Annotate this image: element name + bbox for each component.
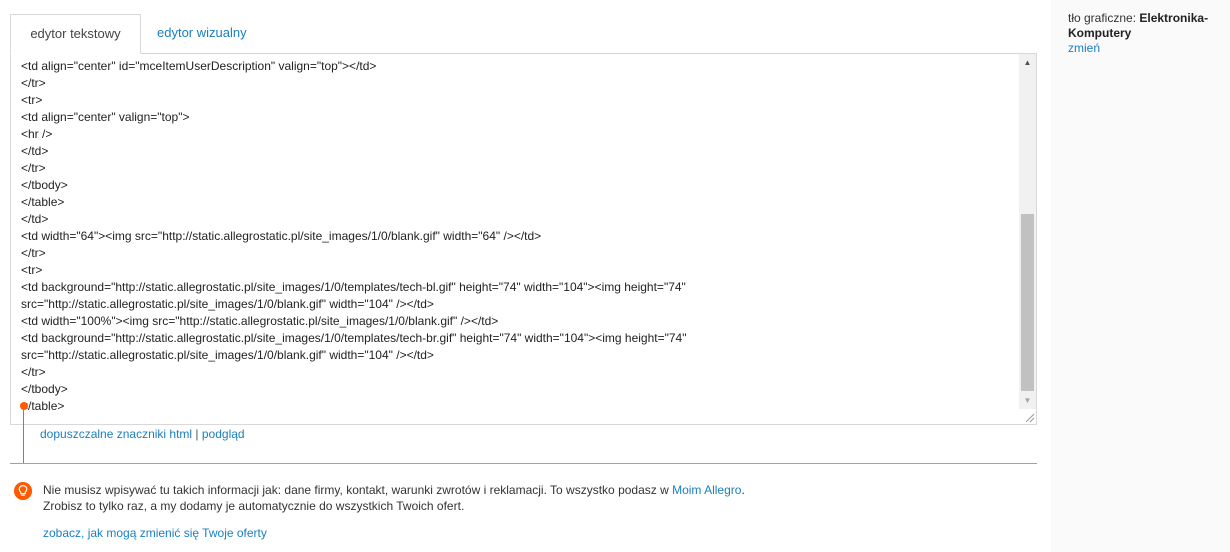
section-divider — [10, 463, 1037, 464]
code-line: src="http://static.allegrostatic.pl/site… — [21, 297, 434, 311]
code-line: <hr /> — [21, 127, 53, 141]
info-text-part2: . — [741, 483, 745, 497]
marker-line — [23, 406, 24, 464]
my-allegro-link[interactable]: Moim Allegro — [672, 483, 741, 497]
html-source-code[interactable]: <td align="center" id="mceItemUserDescri… — [21, 58, 1016, 415]
code-line: <td background="http://static.allegrosta… — [21, 280, 686, 294]
scroll-down-arrow-icon[interactable]: ▼ — [1019, 392, 1036, 409]
code-line: <td align="center" valign="top"> — [21, 110, 190, 124]
code-line: <tr> — [21, 93, 43, 107]
tab-text-editor[interactable]: edytor tekstowy — [10, 14, 141, 54]
marker-dot — [20, 402, 28, 410]
code-line: src="http://static.allegrostatic.pl/site… — [21, 348, 434, 362]
code-line: </tbody> — [21, 382, 68, 396]
background-label: tło graficzne: — [1068, 11, 1140, 25]
code-line: <td width="100%"><img src="http://static… — [21, 314, 499, 328]
scrollbar-thumb[interactable] — [1021, 214, 1034, 391]
right-sidebar: tło graficzne: Elektronika-Komputery zmi… — [1051, 0, 1230, 552]
info-text-line2: Zrobisz to tylko raz, a my dodamy je aut… — [43, 499, 465, 513]
code-line: </table> — [21, 195, 65, 209]
code-line: <td width="64"><img src="http://static.a… — [21, 229, 542, 243]
code-line: </td> — [21, 212, 49, 226]
vertical-scrollbar[interactable]: ▲ ▼ — [1019, 54, 1036, 409]
links-separator: | — [192, 427, 202, 441]
code-line: <tr> — [21, 263, 43, 277]
code-line: </td> — [21, 144, 49, 158]
scroll-up-arrow-icon[interactable]: ▲ — [1019, 54, 1036, 71]
code-line: </tbody> — [21, 178, 68, 192]
code-line: </tr> — [21, 161, 46, 175]
see-offer-changes-link[interactable]: zobacz, jak mogą zmienić się Twoje ofert… — [43, 526, 267, 540]
html-source-textarea[interactable]: <td align="center" id="mceItemUserDescri… — [10, 53, 1037, 425]
code-line: <td background="http://static.allegrosta… — [21, 331, 687, 345]
code-line: </tr> — [21, 365, 46, 379]
change-background-link[interactable]: zmień — [1068, 41, 1100, 55]
tab-visual-editor[interactable]: edytor wizualny — [143, 14, 261, 54]
preview-link[interactable]: podgląd — [202, 427, 245, 441]
info-note: Nie musisz wpisywać tu takich informacji… — [43, 482, 1003, 514]
code-line: </tr> — [21, 76, 46, 90]
editor-tabs: edytor tekstowy edytor wizualny — [10, 14, 1040, 54]
editor-links: dopuszczalne znaczniki html | podgląd — [40, 427, 245, 441]
code-line: </tr> — [21, 246, 46, 260]
code-line: <td align="center" id="mceItemUserDescri… — [21, 59, 377, 73]
lightbulb-icon — [14, 482, 32, 500]
allowed-html-tags-link[interactable]: dopuszczalne znaczniki html — [40, 427, 192, 441]
info-text-part1: Nie musisz wpisywać tu takich informacji… — [43, 483, 673, 497]
background-info: tło graficzne: Elektronika-Komputery zmi… — [1068, 11, 1228, 56]
resize-grip-icon[interactable] — [1021, 409, 1035, 423]
